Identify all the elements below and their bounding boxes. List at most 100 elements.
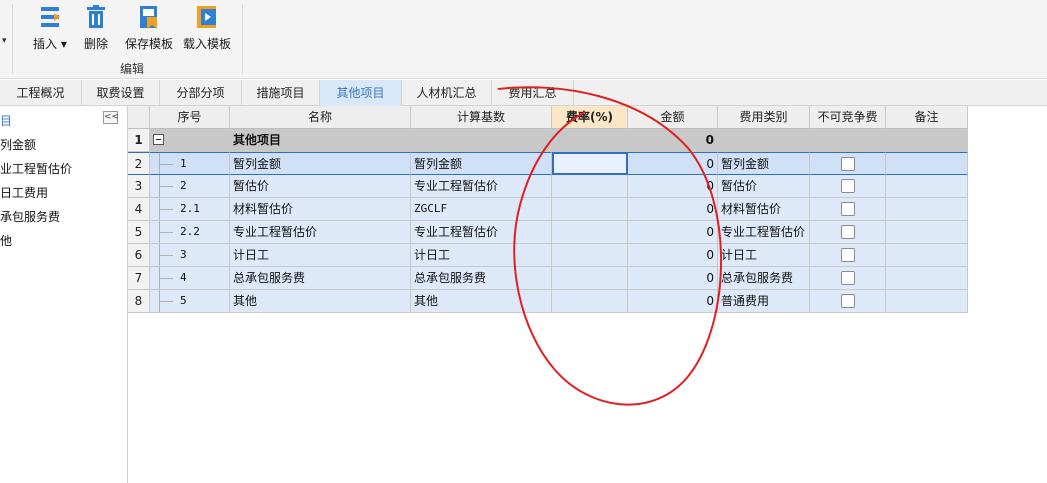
seq-cell[interactable]: 4 (150, 267, 230, 290)
column-header-uncompetitive[interactable]: 不可竞争费 (810, 106, 886, 129)
nav-item-contractor-service[interactable]: 承包服务费 (0, 208, 60, 225)
base-cell[interactable] (411, 129, 552, 152)
note-cell[interactable] (886, 244, 968, 267)
note-cell[interactable] (886, 267, 968, 290)
nav-item-other-items[interactable]: 目 (0, 112, 12, 129)
name-cell[interactable]: 暂估价 (230, 175, 411, 198)
base-cell[interactable]: 专业工程暂估价 (411, 221, 552, 244)
delete-button[interactable]: 删除 (84, 4, 108, 52)
uncompetitive-cell[interactable] (810, 152, 886, 175)
load-template-button[interactable]: 载入模板 (183, 4, 231, 52)
column-header-amount[interactable]: 金额 (628, 106, 718, 129)
seq-cell[interactable]: 3 (150, 244, 230, 267)
category-cell[interactable]: 材料暂估价 (718, 198, 810, 221)
table-row-group[interactable]: 1 其他项目 0 (128, 129, 968, 152)
uncompetitive-cell[interactable] (810, 198, 886, 221)
note-cell[interactable] (886, 152, 968, 175)
collapse-panel-icon[interactable]: << (103, 111, 119, 124)
table-row[interactable]: 6 3 计日工 计日工 0 计日工 (128, 244, 968, 267)
rate-cell[interactable] (552, 198, 628, 221)
base-cell[interactable]: 计日工 (411, 244, 552, 267)
tab-measures[interactable]: 措施项目 (242, 80, 320, 106)
name-cell[interactable]: 总承包服务费 (230, 267, 411, 290)
table-row[interactable]: 7 4 总承包服务费 总承包服务费 0 总承包服务费 (128, 267, 968, 290)
seq-label: 2 (180, 179, 187, 192)
note-cell[interactable] (886, 221, 968, 244)
seq-cell[interactable]: 5 (150, 290, 230, 313)
base-cell[interactable]: 专业工程暂估价 (411, 175, 552, 198)
uncompetitive-cell[interactable] (810, 267, 886, 290)
category-cell[interactable]: 暂列金额 (718, 152, 810, 175)
base-cell[interactable]: 暂列金额 (411, 152, 552, 175)
base-cell[interactable]: 其他 (411, 290, 552, 313)
table-row[interactable]: 8 5 其他 其他 0 普通费用 (128, 290, 968, 313)
name-cell[interactable]: 其他项目 (230, 129, 411, 152)
category-cell[interactable]: 专业工程暂估价 (718, 221, 810, 244)
uncompetitive-checkbox[interactable] (841, 202, 855, 216)
table-row[interactable]: 2 1 暂列金额 暂列金额 0 暂列金额 (128, 152, 968, 175)
tab-project-overview[interactable]: 工程概况 (0, 80, 82, 106)
tab-labor-material-summary[interactable]: 人材机汇总 (402, 80, 492, 106)
column-header-rate[interactable]: 费率(%) (552, 106, 628, 129)
uncompetitive-cell[interactable] (810, 175, 886, 198)
table-row[interactable]: 3 2 暂估价 专业工程暂估价 0 暂估价 (128, 175, 968, 198)
note-cell[interactable] (886, 290, 968, 313)
tab-sub-items[interactable]: 分部分项 (160, 80, 242, 106)
column-header-name[interactable]: 名称 (230, 106, 411, 129)
uncompetitive-checkbox[interactable] (841, 157, 855, 171)
table-row[interactable]: 4 2.1 材料暂估价 ZGCLF 0 材料暂估价 (128, 198, 968, 221)
tab-other-items[interactable]: 其他项目 (320, 80, 402, 106)
uncompetitive-checkbox[interactable] (841, 179, 855, 193)
rate-cell[interactable] (552, 244, 628, 267)
uncompetitive-cell[interactable] (810, 290, 886, 313)
category-cell[interactable]: 总承包服务费 (718, 267, 810, 290)
name-cell[interactable]: 计日工 (230, 244, 411, 267)
rate-cell[interactable] (552, 290, 628, 313)
uncompetitive-checkbox[interactable] (841, 248, 855, 262)
seq-cell[interactable]: 1 (150, 152, 230, 175)
base-cell[interactable]: ZGCLF (411, 198, 552, 221)
table-row[interactable]: 5 2.2 专业工程暂估价 专业工程暂估价 0 专业工程暂估价 (128, 221, 968, 244)
seq-cell[interactable]: 2.2 (150, 221, 230, 244)
insert-button[interactable]: 插入 ▾ (33, 4, 67, 52)
name-cell[interactable]: 其他 (230, 290, 411, 313)
seq-cell[interactable]: 2.1 (150, 198, 230, 221)
column-header-category[interactable]: 费用类别 (718, 106, 810, 129)
dropdown-arrow-icon[interactable]: ▾ (2, 36, 7, 46)
rate-cell[interactable] (552, 152, 628, 175)
uncompetitive-checkbox[interactable] (841, 225, 855, 239)
nav-item-other[interactable]: 他 (0, 232, 12, 249)
uncompetitive-cell[interactable] (810, 221, 886, 244)
nav-item-specialty-estimate[interactable]: 业工程暂估价 (0, 160, 72, 177)
tab-fee-settings[interactable]: 取费设置 (82, 80, 160, 106)
column-header-base[interactable]: 计算基数 (411, 106, 552, 129)
nav-item-provisional-sum[interactable]: 列金额 (0, 136, 36, 153)
category-cell[interactable] (718, 129, 810, 152)
name-cell[interactable]: 暂列金额 (230, 152, 411, 175)
rate-cell[interactable] (552, 175, 628, 198)
seq-cell[interactable]: 2 (150, 175, 230, 198)
nav-item-daywork[interactable]: 日工费用 (0, 184, 48, 201)
ribbon-group-label: 编辑 (120, 62, 145, 76)
rate-cell[interactable] (552, 129, 628, 152)
category-cell[interactable]: 计日工 (718, 244, 810, 267)
column-header-seq[interactable]: 序号 (150, 106, 230, 129)
save-template-button[interactable]: 保存模板 (125, 4, 173, 52)
tab-cost-summary[interactable]: 费用汇总 (492, 80, 574, 106)
base-cell[interactable]: 总承包服务费 (411, 267, 552, 290)
uncompetitive-checkbox[interactable] (841, 271, 855, 285)
note-cell[interactable] (886, 175, 968, 198)
note-cell[interactable] (886, 198, 968, 221)
column-header-note[interactable]: 备注 (886, 106, 968, 129)
category-cell[interactable]: 暂估价 (718, 175, 810, 198)
collapse-tree-icon[interactable] (153, 134, 164, 145)
rate-cell[interactable] (552, 267, 628, 290)
name-cell[interactable]: 材料暂估价 (230, 198, 411, 221)
name-cell[interactable]: 专业工程暂估价 (230, 221, 411, 244)
uncompetitive-cell[interactable] (810, 244, 886, 267)
column-header-rowno[interactable] (128, 106, 150, 129)
rate-cell[interactable] (552, 221, 628, 244)
category-cell[interactable]: 普通费用 (718, 290, 810, 313)
uncompetitive-checkbox[interactable] (841, 294, 855, 308)
note-cell[interactable] (886, 129, 968, 152)
